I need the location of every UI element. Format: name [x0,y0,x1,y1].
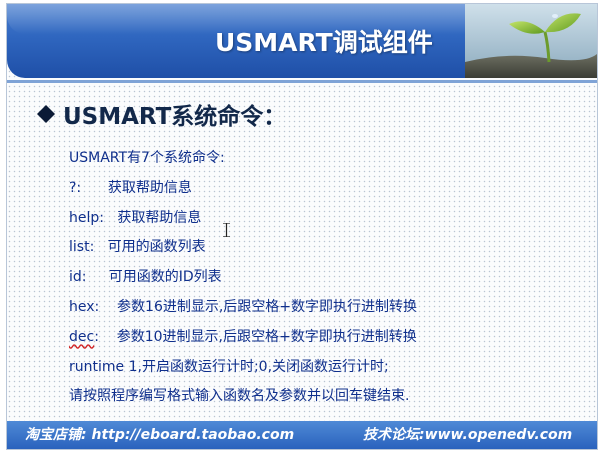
section-heading: USMART系统命令： [37,97,286,131]
list-item: id: 可用函数的ID列表 [69,269,222,286]
footer-taobao-link[interactable]: 淘宝店铺: http://eboard.taobao.com [25,424,294,446]
footer-banner: 淘宝店铺: http://eboard.taobao.com 技术论坛:www.… [7,421,597,449]
slide-title: USMART调试组件 [215,28,433,57]
slide: USMART调试组件 USMART系统命令： USMART有7个系统命令: ?:… [6,3,598,450]
list-item: USMART有7个系统命令: [69,150,225,166]
diamond-bullet-icon [37,105,55,123]
section-heading-text: USMART系统命令： [63,104,287,130]
text-cursor-icon [223,223,230,237]
command-list: USMART有7个系统命令: ?: 获取帮助信息 help: 获取帮助信息 li… [69,144,417,412]
list-item: list: 可用的函数列表 [69,239,206,256]
sprout-image [465,4,597,78]
banner-underline [7,80,597,83]
title-banner: USMART调试组件 [7,4,597,78]
list-item: 请按照程序编写格式输入函数名及参数并以回车键结束. [69,388,410,405]
footer-forum-link[interactable]: 技术论坛:www.openedv.com [363,424,572,446]
list-item: runtime 1,开启函数运行计时;0,关闭函数运行计时; [69,358,389,375]
list-item: hex: 参数16进制显示,后跟空格+数字即执行进制转换 [69,298,418,315]
list-item: help: 获取帮助信息 [69,209,202,226]
dec-command-word: dec [69,328,95,345]
list-item: ?: 获取帮助信息 [69,179,192,196]
list-item-dec: dec: 参数10进制显示,后跟空格+数字即执行进制转换 [69,328,417,345]
